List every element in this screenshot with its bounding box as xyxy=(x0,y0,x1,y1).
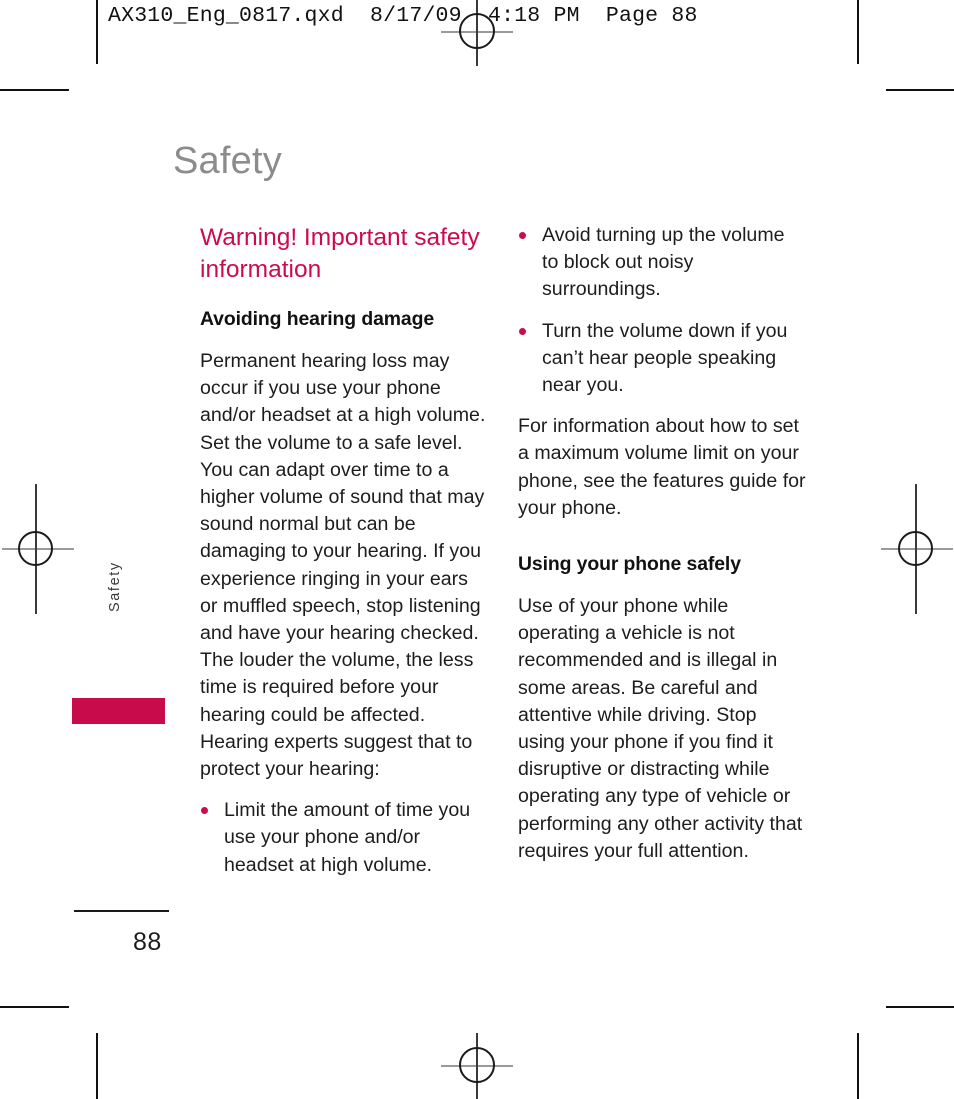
list-item: Turn the volume down if you can’t hear p… xyxy=(518,318,806,400)
margin-tab-bar xyxy=(72,698,165,724)
crop-mark-top-left-vertical xyxy=(96,0,98,64)
list-item: Limit the amount of time you use your ph… xyxy=(200,797,486,879)
margin-tab-label: Safety xyxy=(107,561,123,612)
registration-mark-bottom xyxy=(441,1033,513,1099)
crop-mark-top-right-horizontal xyxy=(886,89,954,91)
list-item-text: Avoid turning up the volume to block out… xyxy=(542,224,785,301)
crop-mark-bottom-right-horizontal xyxy=(886,1006,954,1008)
crop-mark-bottom-left-vertical xyxy=(96,1033,98,1099)
section-heading-using-your-phone-safely: Using your phone safely xyxy=(518,553,741,576)
left-bullet-list: Limit the amount of time you use your ph… xyxy=(200,797,486,879)
warning-heading: Warning! Important safety information xyxy=(200,224,480,283)
crop-mark-bottom-right-vertical xyxy=(857,1033,859,1099)
right-body-paragraph: For information about how to set a maxim… xyxy=(518,415,806,519)
bullet-dot-icon xyxy=(201,807,208,815)
list-item-text: Turn the volume down if you can’t hear p… xyxy=(542,319,788,397)
right-closing-paragraph: Use of your phone while operating a vehi… xyxy=(518,595,803,862)
printed-page: AX310_Eng_0817.qxd 8/17/09 4:18 PM Page … xyxy=(0,0,954,1099)
left-column: Warning! Important safety information Av… xyxy=(200,222,486,879)
right-bullet-list: Avoid turning up the volume to block out… xyxy=(518,222,806,399)
registration-mark-right xyxy=(881,484,953,614)
registration-mark-left xyxy=(2,484,74,614)
list-item-text: Limit the amount of time you use your ph… xyxy=(224,799,471,876)
page-title: Safety xyxy=(173,140,282,182)
left-body-paragraph: Permanent hearing loss may occur if you … xyxy=(200,350,486,781)
list-item: Avoid turning up the volume to block out… xyxy=(518,222,806,304)
printer-slug: AX310_Eng_0817.qxd 8/17/09 4:18 PM Page … xyxy=(108,4,698,28)
crop-mark-bottom-left-horizontal xyxy=(0,1006,69,1008)
crop-mark-top-right-vertical xyxy=(857,0,859,64)
section-heading-avoiding-hearing-damage: Avoiding hearing damage xyxy=(200,308,435,330)
folio-rule xyxy=(74,910,169,912)
bullet-dot-icon xyxy=(519,327,526,335)
right-column: Avoid turning up the volume to block out… xyxy=(518,222,806,879)
page-number: 88 xyxy=(133,928,162,956)
bullet-dot-icon xyxy=(519,232,526,239)
crop-mark-top-left-horizontal xyxy=(0,89,69,91)
